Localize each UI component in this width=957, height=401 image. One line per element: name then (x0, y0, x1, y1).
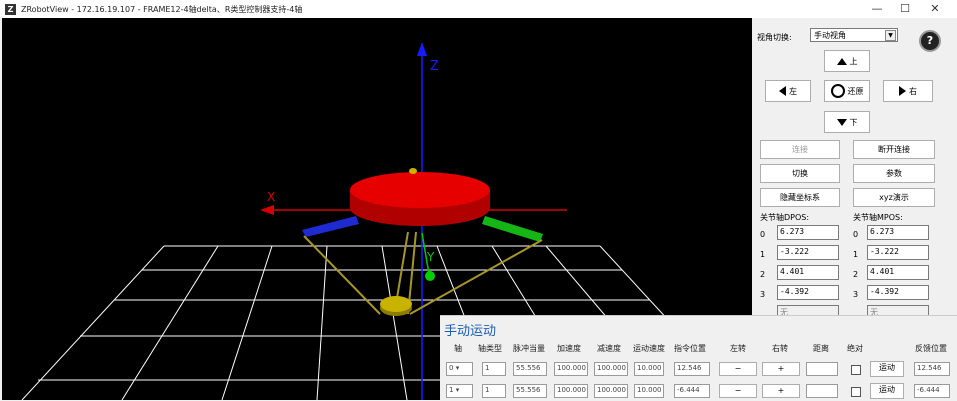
col-header-axis-type: 轴类型 (478, 344, 502, 353)
distance-field[interactable] (806, 384, 838, 398)
axis-type-field[interactable]: 1 (482, 362, 506, 376)
mpos-index: 1 (853, 250, 859, 259)
dpos-index: 0 (760, 230, 766, 239)
connect-button[interactable]: 连接 (760, 140, 840, 159)
col-header-absolute: 绝对 (847, 344, 863, 353)
view-reset-label: 还原 (847, 86, 864, 96)
hide-coords-button[interactable]: 隐藏坐标系 (760, 188, 840, 207)
switch-button[interactable]: 切换 (760, 164, 840, 183)
x-axis-label: X (267, 190, 275, 204)
view-select[interactable]: 手动视角 ▼ (810, 28, 898, 42)
mpos-field-1[interactable]: -3.222 (867, 245, 929, 260)
view-down-label: 下 (849, 117, 858, 127)
distance-field[interactable] (806, 362, 838, 376)
end-effector (380, 296, 412, 316)
disconnect-button[interactable]: 断开连接 (853, 140, 935, 159)
cmd-pos-field: -6.444 (674, 384, 710, 398)
view-up-button[interactable]: 上 (824, 50, 870, 72)
speed-field[interactable]: 10.000 (634, 384, 664, 398)
view-right-button[interactable]: 右 (883, 80, 933, 102)
units-field[interactable]: 55.556 (513, 384, 547, 398)
col-header-axis: 轴 (454, 344, 462, 353)
y-axis-marker (425, 271, 435, 281)
feedback-pos-field: 12.546 (914, 362, 950, 376)
axis-select[interactable]: 0 ▾ (446, 362, 473, 376)
col-header-speed: 运动速度 (633, 344, 665, 353)
col-header-cmd-pos: 指令位置 (674, 344, 706, 353)
manual-motion-panel: 手动运动 轴 轴类型 脉冲当量 加速度 减速度 运动速度 指令位置 左转 右转 … (440, 315, 957, 401)
accel-field[interactable]: 100.000 (554, 384, 588, 398)
close-button[interactable]: ✕ (917, 0, 953, 18)
mpos-field-3[interactable]: -4.392 (867, 285, 929, 300)
view-switch-label: 视角切换: (757, 33, 792, 42)
xyz-demo-button[interactable]: xyz演示 (853, 188, 935, 207)
jog-left-button[interactable]: − (719, 384, 757, 398)
mpos-field-2[interactable]: 4.401 (867, 265, 929, 280)
accel-field[interactable]: 100.000 (554, 362, 588, 376)
dpos-index: 1 (760, 250, 766, 259)
jog-right-button[interactable]: + (762, 384, 800, 398)
feedback-pos-field: -6.444 (914, 384, 950, 398)
mpos-label: 关节轴MPOS: (853, 213, 903, 222)
absolute-checkbox[interactable] (851, 387, 861, 397)
speed-field[interactable]: 10.000 (634, 362, 664, 376)
z-axis-label: Z (430, 59, 439, 74)
col-header-feedback: 反馈位置 (915, 344, 947, 353)
col-header-right: 右转 (772, 344, 788, 353)
move-button[interactable]: 运动 (870, 383, 904, 399)
mpos-field-0[interactable]: 6.273 (867, 225, 929, 240)
absolute-checkbox[interactable] (851, 365, 861, 375)
col-header-units: 脉冲当量 (513, 344, 545, 353)
z-axis-arrow (417, 42, 427, 56)
col-header-decel: 减速度 (597, 344, 621, 353)
cmd-pos-field: 12.546 (674, 362, 710, 376)
decel-field[interactable]: 100.000 (594, 362, 628, 376)
title-bar: Z ZRobotView - 172.16.19.107 - FRAME12-4… (0, 0, 957, 18)
mpos-index: 2 (853, 270, 859, 279)
help-icon[interactable]: ? (919, 30, 941, 52)
reset-circle-icon (830, 84, 845, 98)
col-header-accel: 加速度 (557, 344, 581, 353)
dropdown-arrow-icon: ▼ (885, 30, 896, 41)
units-field[interactable]: 55.556 (513, 362, 547, 376)
view-left-label: 左 (789, 86, 797, 96)
arrow-left-icon (779, 86, 786, 96)
arrow-right-icon (899, 86, 906, 96)
mpos-index: 3 (853, 290, 859, 299)
jog-right-button[interactable]: + (762, 362, 800, 376)
app-icon: Z (5, 3, 16, 15)
view-right-label: 右 (909, 86, 917, 96)
axis-select-value: 0 (449, 364, 454, 372)
dpos-index: 3 (760, 290, 766, 299)
view-up-label: 上 (849, 56, 858, 66)
mpos-index: 0 (853, 230, 859, 239)
dpos-field-0[interactable]: 6.273 (777, 225, 839, 240)
arrow-up-icon (836, 57, 847, 65)
x-axis-arrow (260, 205, 274, 215)
decel-field[interactable]: 100.000 (594, 384, 628, 398)
view-select-value: 手动视角 (814, 31, 846, 40)
col-header-distance: 距离 (813, 344, 829, 353)
window-title: ZRobotView - 172.16.19.107 - FRAME12-4轴d… (21, 4, 303, 14)
view-down-button[interactable]: 下 (824, 111, 870, 133)
dpos-index: 2 (760, 270, 766, 279)
view-reset-button[interactable]: 还原 (824, 80, 870, 102)
axis-select-value: 1 (449, 386, 454, 394)
axis-type-field[interactable]: 1 (482, 384, 506, 398)
dpos-field-3[interactable]: -4.392 (777, 285, 839, 300)
robot-platform (350, 168, 490, 226)
arrow-down-icon (836, 118, 847, 126)
params-button[interactable]: 参数 (853, 164, 935, 183)
dpos-label: 关节轴DPOS: (760, 213, 810, 222)
move-button[interactable]: 运动 (870, 361, 904, 377)
manual-motion-title: 手动运动 (444, 324, 497, 339)
dpos-field-1[interactable]: -3.222 (777, 245, 839, 260)
y-axis-label: Y (426, 250, 435, 264)
view-left-button[interactable]: 左 (765, 80, 811, 102)
col-header-left: 左转 (730, 344, 746, 353)
jog-left-button[interactable]: − (719, 362, 757, 376)
dpos-field-2[interactable]: 4.401 (777, 265, 839, 280)
axis-select[interactable]: 1 ▾ (446, 384, 473, 398)
